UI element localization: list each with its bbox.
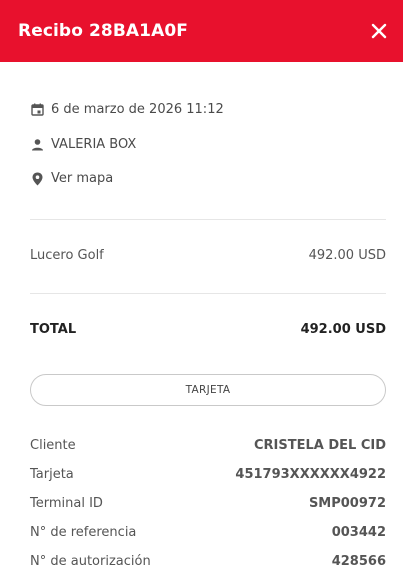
receipt-user: VALERIA BOX xyxy=(51,137,137,152)
payment-method-button[interactable]: TARJETA xyxy=(30,374,386,406)
detail-label: Terminal ID xyxy=(30,496,103,511)
view-map-label: Ver mapa xyxy=(51,171,114,186)
detail-value: 003442 xyxy=(331,525,386,540)
date-row: 6 de marzo de 2026 11:12 xyxy=(30,102,224,117)
detail-value: 428566 xyxy=(331,554,386,569)
detail-label: Tarjeta xyxy=(30,467,74,482)
detail-value: CRISTELA DEL CID xyxy=(253,438,386,453)
detail-value: SMP00972 xyxy=(308,496,386,511)
total-amount: 492.00 USD xyxy=(300,322,386,337)
line-item: Lucero Golf 492.00 USD xyxy=(30,248,386,263)
detail-row-card: Tarjeta 451793XXXXXX4922 xyxy=(30,467,386,482)
receipt-date: 6 de marzo de 2026 11:12 xyxy=(51,102,224,117)
total-row: TOTAL 492.00 USD xyxy=(30,322,386,337)
calendar-icon xyxy=(30,103,44,117)
close-button[interactable] xyxy=(367,19,391,43)
close-icon xyxy=(371,23,387,39)
divider xyxy=(30,293,386,294)
line-item-amount: 492.00 USD xyxy=(308,248,386,263)
detail-label: N° de autorización xyxy=(30,554,151,569)
person-icon xyxy=(30,138,44,152)
total-label: TOTAL xyxy=(30,322,77,337)
location-pin-icon xyxy=(30,172,44,186)
detail-row-terminal: Terminal ID SMP00972 xyxy=(30,496,386,511)
detail-row-client: Cliente CRISTELA DEL CID xyxy=(30,438,386,453)
detail-row-authorization: N° de autorización 428566 xyxy=(30,554,386,569)
detail-label: N° de referencia xyxy=(30,525,137,540)
line-item-name: Lucero Golf xyxy=(30,248,104,263)
receipt-header: Recibo 28BA1A0F xyxy=(0,0,403,62)
user-row: VALERIA BOX xyxy=(30,137,136,152)
detail-row-reference: N° de referencia 003442 xyxy=(30,525,386,540)
divider xyxy=(30,219,386,220)
view-map-link[interactable]: Ver mapa xyxy=(30,171,113,186)
detail-value: 451793XXXXXX4922 xyxy=(235,467,386,482)
detail-label: Cliente xyxy=(30,438,76,453)
receipt-title: Recibo 28BA1A0F xyxy=(18,21,188,41)
payment-method-label: TARJETA xyxy=(185,384,231,396)
